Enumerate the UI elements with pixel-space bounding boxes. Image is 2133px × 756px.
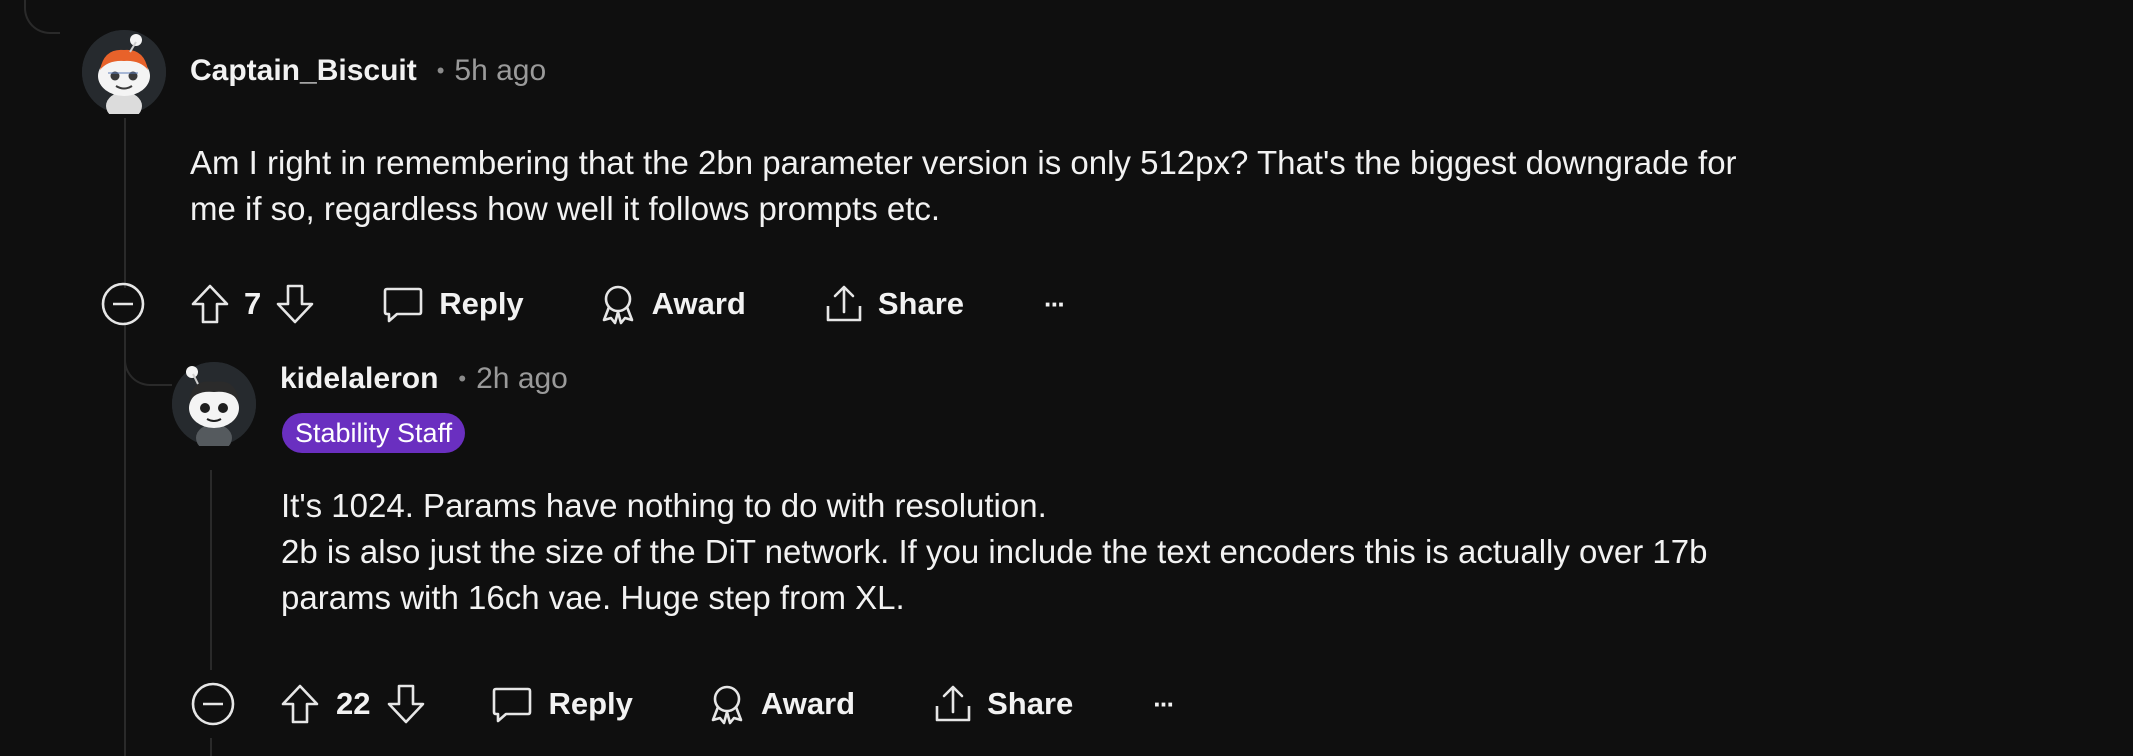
share-button[interactable]: Share xyxy=(822,282,964,326)
more-options-icon: ··· xyxy=(1153,688,1175,719)
separator-dot: • xyxy=(458,366,467,391)
timestamp[interactable]: 2h ago xyxy=(476,362,568,396)
award-button[interactable]: Award xyxy=(705,682,855,726)
upvote-button[interactable] xyxy=(188,282,232,326)
collapse-button[interactable] xyxy=(190,681,236,727)
share-label: Share xyxy=(877,286,965,321)
thread-connector-top xyxy=(24,0,60,34)
upvote-arrow-icon xyxy=(191,284,229,324)
snoo-avatar-icon xyxy=(172,362,256,446)
award-label: Award xyxy=(651,286,746,321)
comment-body: It's 1024. Params have nothing to do wit… xyxy=(281,487,1708,616)
downvote-button[interactable] xyxy=(273,282,317,326)
thread-line-outer xyxy=(124,322,126,756)
comment-bubble-icon xyxy=(493,687,532,723)
vote-count: 22 xyxy=(336,686,371,721)
user-flair-badge: Stability Staff xyxy=(282,413,466,453)
collapse-button[interactable] xyxy=(100,281,146,327)
collapse-icon xyxy=(101,282,145,326)
share-button[interactable]: Share xyxy=(931,682,1073,726)
comment-body: Am I right in remembering that the 2bn p… xyxy=(190,144,1737,227)
reply-label: Reply xyxy=(548,686,633,721)
reply-button[interactable]: Reply xyxy=(490,682,633,726)
thread-connector-reply xyxy=(124,330,172,386)
separator-dot: • xyxy=(436,58,445,83)
reply-button[interactable]: Reply xyxy=(381,282,524,326)
username[interactable]: Captain_Biscuit xyxy=(190,54,417,88)
vote-count: 7 xyxy=(244,286,262,321)
award-icon xyxy=(711,685,743,725)
snoo-avatar-icon xyxy=(82,30,166,114)
more-options-icon: ··· xyxy=(1044,288,1066,319)
share-icon xyxy=(935,685,971,722)
thread-line-reply xyxy=(210,470,212,670)
award-button[interactable]: Award xyxy=(596,282,746,326)
more-options-button[interactable]: ··· xyxy=(1044,288,1066,320)
downvote-arrow-icon xyxy=(276,284,314,324)
comment-bubble-icon xyxy=(383,287,423,323)
username[interactable]: kidelaleron xyxy=(280,362,438,396)
timestamp[interactable]: 5h ago xyxy=(454,54,546,88)
comment-actions: 7 Reply Award Share ··· xyxy=(100,276,1066,332)
upvote-button[interactable] xyxy=(278,682,322,726)
collapse-icon xyxy=(191,682,235,726)
comment-header: kidelaleron • 2h ago xyxy=(280,362,568,396)
upvote-arrow-icon xyxy=(281,684,319,724)
thread-line-reply-bottom xyxy=(210,738,212,756)
comment-actions: 22 Reply Award Share ··· xyxy=(190,676,1175,732)
avatar[interactable] xyxy=(172,362,256,446)
share-icon xyxy=(826,285,862,322)
comment-header: Captain_Biscuit • 5h ago xyxy=(190,54,546,88)
thread-line-left xyxy=(124,118,126,288)
share-label: Share xyxy=(987,686,1074,721)
reply-label: Reply xyxy=(439,286,524,321)
award-label: Award xyxy=(760,686,856,721)
downvote-arrow-icon xyxy=(388,684,425,724)
more-options-button[interactable]: ··· xyxy=(1153,688,1175,720)
avatar[interactable] xyxy=(82,30,166,114)
award-icon xyxy=(602,285,633,325)
downvote-button[interactable] xyxy=(384,682,428,726)
